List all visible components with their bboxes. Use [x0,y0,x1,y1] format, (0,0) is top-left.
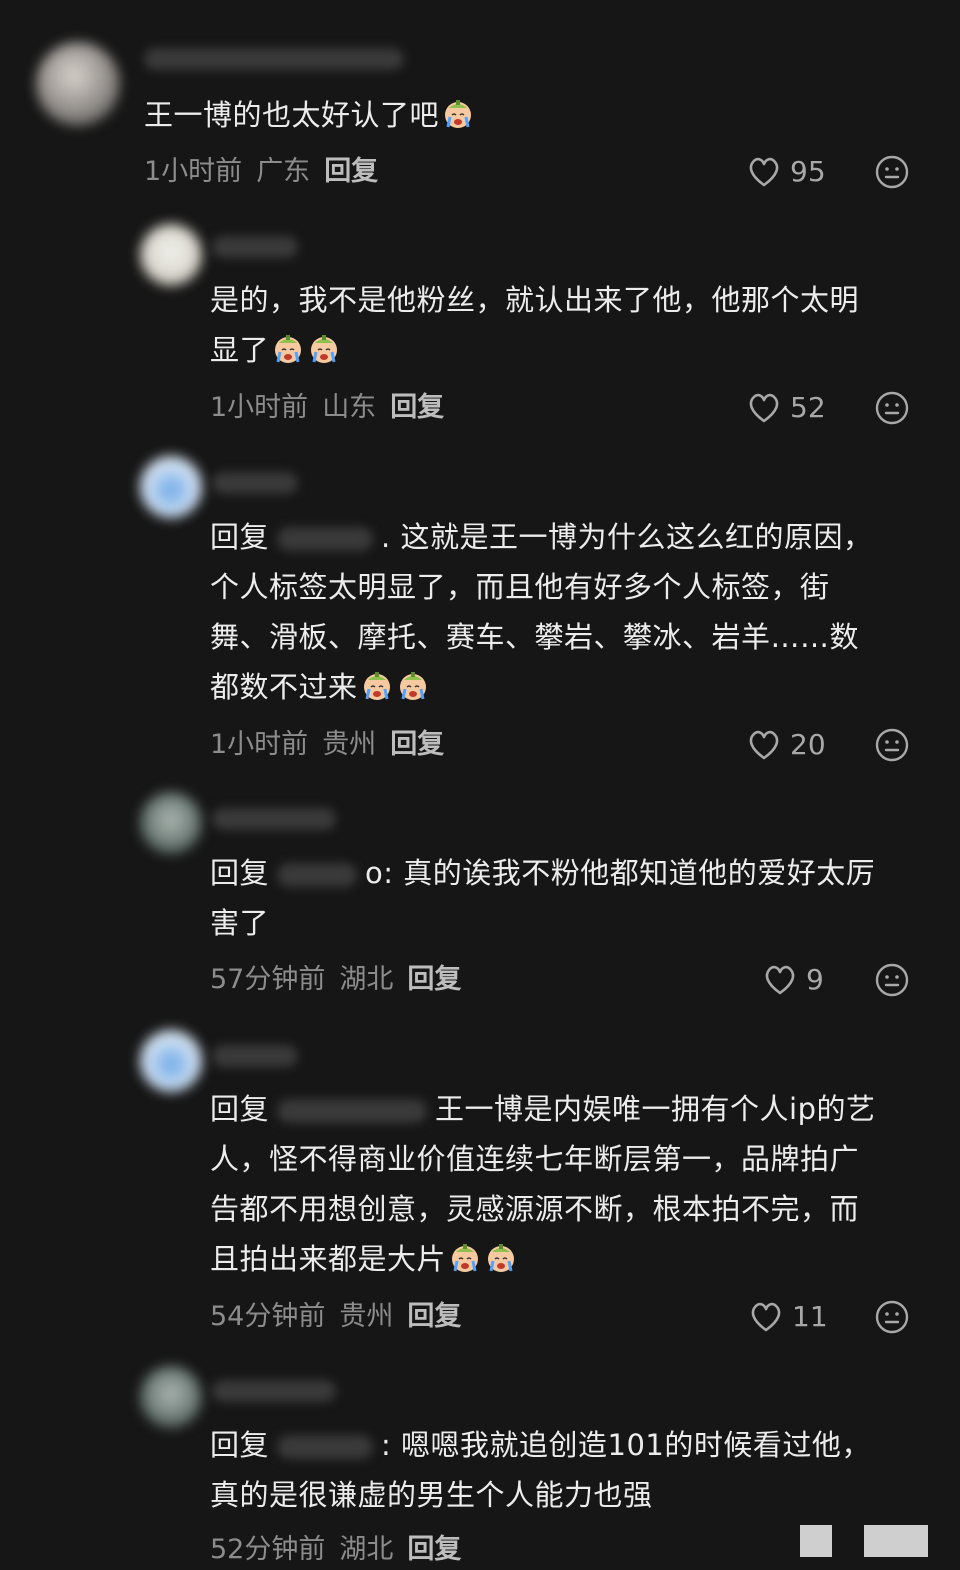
reply-button[interactable]: 回复 [324,156,378,187]
crying-face-emoji [396,669,430,703]
location: 湖北 [339,1534,394,1565]
timestamp: 1小时前 [210,729,309,760]
reply-button[interactable]: 回复 [390,392,444,423]
comment-text: 是的，我不是他粉丝，就认出来了他，他那个太明 显了 [210,283,860,367]
timestamp: 1小时前 [144,156,243,187]
reply-button[interactable]: 回复 [407,964,461,995]
reply-button[interactable]: 回复 [407,1301,461,1332]
crying-face-emoji [360,669,394,703]
comment-text: 回复: 嗯嗯我就追创造101的时候看过他， 真的是很谦虚的男生个人能力也强 [210,1428,871,1512]
watermark-block [800,1525,832,1557]
location: 广东 [256,156,311,187]
location: 贵州 [339,1301,394,1332]
timestamp: 52分钟前 [210,1534,326,1565]
comment-meta: 52分钟前 湖北 回复 [210,1530,461,1570]
comment-meta: 1小时前 山东 回复 [210,388,444,428]
like-button[interactable]: 52 [746,388,826,428]
like-button[interactable]: 9 [762,960,824,1000]
like-count: 52 [790,391,826,424]
dislike-face-icon[interactable] [874,727,910,763]
comment-meta: 54分钟前 贵州 回复 [210,1297,461,1337]
mention-name[interactable] [277,1099,428,1123]
reply-prefix: 回复 [210,1092,270,1126]
like-count: 20 [790,728,826,761]
dislike-face-icon[interactable] [874,390,910,426]
timestamp: 57分钟前 [210,964,326,995]
heart-icon [746,390,782,426]
crying-face-emoji [271,332,305,366]
reply-button[interactable]: 回复 [407,1534,461,1565]
dislike-face-icon[interactable] [874,962,910,998]
mention-name[interactable] [277,527,374,551]
reply-prefix: 回复 [210,856,270,890]
mention-name[interactable] [277,863,358,887]
comment-text: 回复 o: 真的诶我不粉他都知道他的爱好太厉 害了 [210,856,876,940]
avatar[interactable] [140,224,202,286]
heart-icon [746,727,782,763]
comment-meta: 1小时前 贵州 回复 [210,725,444,765]
comment-meta: 57分钟前 湖北 回复 [210,960,461,1000]
like-count: 11 [792,1300,828,1333]
reply-button[interactable]: 回复 [390,729,444,760]
watermark-block [864,1525,928,1557]
username[interactable] [212,236,298,258]
dislike-face-icon[interactable] [874,154,910,190]
avatar[interactable] [140,1030,202,1092]
like-button[interactable]: 95 [746,152,826,192]
crying-face-emoji [307,332,341,366]
crying-face-emoji [484,1241,518,1275]
location: 山东 [322,392,377,423]
comment-text: 王一博的也太好认了吧 [144,90,475,140]
like-button[interactable]: 20 [746,725,826,765]
comment-text: 回复 王一博是内娱唯一拥有个人ip的艺 人，怪不得商业价值连续七年断层第一，品牌拍… [210,1092,876,1276]
location: 贵州 [322,729,377,760]
avatar[interactable] [140,792,202,854]
avatar[interactable] [140,1366,202,1428]
timestamp: 1小时前 [210,392,309,423]
reply-prefix: 回复 [210,1428,270,1462]
avatar[interactable] [36,42,120,126]
username[interactable] [212,1045,298,1067]
username[interactable] [144,48,404,70]
like-count: 9 [806,963,824,996]
dislike-face-icon[interactable] [874,1299,910,1335]
timestamp: 54分钟前 [210,1301,326,1332]
comment-text: 回复. 这就是王一博为什么这么红的原因， 个人标签太明显了，而且他有好多个人标签… [210,520,873,704]
crying-face-emoji [448,1241,482,1275]
avatar[interactable] [140,456,202,518]
username[interactable] [212,1380,336,1402]
like-count: 95 [790,155,826,188]
comment-meta: 1小时前 广东 回复 [144,152,378,192]
reply-prefix: 回复 [210,520,270,554]
heart-icon [762,962,798,998]
like-button[interactable]: 11 [748,1297,828,1337]
mention-name[interactable] [277,1435,374,1459]
username[interactable] [212,808,336,830]
heart-icon [748,1299,784,1335]
username[interactable] [212,472,298,494]
crying-face-emoji [441,97,475,131]
location: 湖北 [339,964,394,995]
heart-icon [746,154,782,190]
